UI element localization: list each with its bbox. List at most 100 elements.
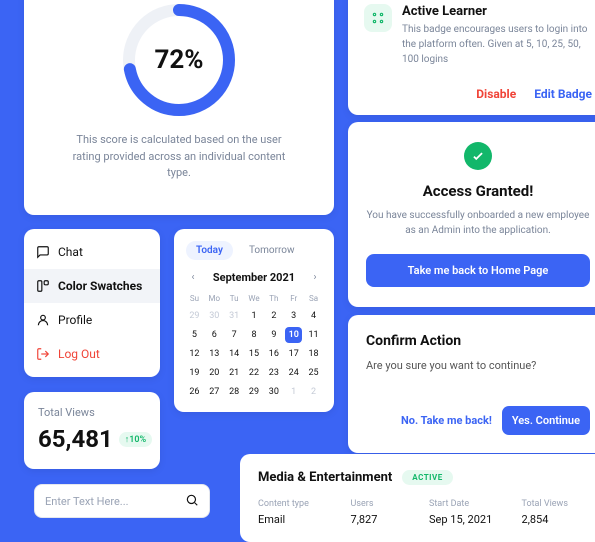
confirm-dialog: Confirm Action Are you sure you want to … xyxy=(348,315,595,453)
stat-label: Total Views xyxy=(38,406,146,419)
badge-icon xyxy=(364,4,392,32)
score-card: 72% This score is calculated based on th… xyxy=(24,0,334,215)
calendar-day[interactable]: 30 xyxy=(265,384,282,400)
table-header: Total Views xyxy=(522,499,592,509)
calendar-day[interactable]: 2 xyxy=(305,384,322,400)
table-header: Users xyxy=(351,499,421,509)
score-ring: 72% xyxy=(119,0,239,120)
calendar-day[interactable]: 29 xyxy=(186,308,203,324)
sidebar-item-color-swatches[interactable]: Color Swatches xyxy=(24,269,160,303)
sidebar-item-label: Chat xyxy=(58,245,83,259)
sidebar-item-profile[interactable]: Profile xyxy=(24,303,160,337)
tab-tomorrow[interactable]: Tomorrow xyxy=(239,241,305,260)
calendar-title: September 2021 xyxy=(213,271,295,284)
calendar-day[interactable]: 29 xyxy=(246,384,263,400)
sidebar-item-logout[interactable]: Log Out xyxy=(24,337,160,371)
home-page-button[interactable]: Take me back to Home Page xyxy=(366,254,590,287)
calendar-day[interactable]: 19 xyxy=(186,365,203,381)
calendar-day[interactable]: 7 xyxy=(226,327,243,343)
table-cell: 2,854 xyxy=(522,513,592,526)
confirm-title: Confirm Action xyxy=(366,333,590,349)
stat-delta-badge: ↑10% xyxy=(119,432,152,447)
badge-description: This badge encourages users to login int… xyxy=(402,22,592,67)
calendar-prev-icon[interactable]: ‹ xyxy=(186,270,200,284)
calendar-day[interactable]: 1 xyxy=(285,384,302,400)
calendar-day[interactable]: 13 xyxy=(206,346,223,362)
calendar-dow: Th xyxy=(265,292,282,305)
check-circle-icon xyxy=(464,142,492,170)
calendar-day[interactable]: 20 xyxy=(206,365,223,381)
sidebar-item-label: Color Swatches xyxy=(58,279,142,293)
calendar-dow: Tu xyxy=(226,292,243,305)
calendar-day[interactable]: 9 xyxy=(265,327,282,343)
score-description: This score is calculated based on the us… xyxy=(44,132,314,182)
table-cell: 7,827 xyxy=(351,513,421,526)
search-input[interactable] xyxy=(45,495,185,508)
calendar-day[interactable]: 31 xyxy=(226,308,243,324)
edit-badge-button[interactable]: Edit Badge xyxy=(534,87,592,101)
calendar-day[interactable]: 30 xyxy=(206,308,223,324)
calendar-day[interactable]: 23 xyxy=(265,365,282,381)
status-badge: ACTIVE xyxy=(402,470,452,485)
calendar-dow: Su xyxy=(186,292,203,305)
calendar-day[interactable]: 26 xyxy=(186,384,203,400)
sidebar-item-label: Profile xyxy=(58,313,92,327)
calendar-day[interactable]: 18 xyxy=(305,346,322,362)
access-granted-card: Access Granted! You have successfully on… xyxy=(348,122,595,307)
table-cell: Sep 15, 2021 xyxy=(429,513,514,526)
calendar-day[interactable]: 2 xyxy=(265,308,282,324)
calendar-dow: We xyxy=(246,292,263,305)
calendar-day[interactable]: 25 xyxy=(305,365,322,381)
calendar-card: Today Tomorrow ‹ September 2021 › SuMoTu… xyxy=(174,229,334,412)
swatches-icon xyxy=(36,279,50,293)
calendar-dow: Sa xyxy=(305,292,322,305)
calendar-dow: Mo xyxy=(206,292,223,305)
confirm-description: Are you sure you want to continue? xyxy=(366,359,590,372)
calendar-day[interactable]: 24 xyxy=(285,365,302,381)
calendar-day[interactable]: 22 xyxy=(246,365,263,381)
chat-icon xyxy=(36,245,50,259)
calendar-day[interactable]: 16 xyxy=(265,346,282,362)
score-percent: 72% xyxy=(119,0,239,120)
calendar-day[interactable]: 28 xyxy=(226,384,243,400)
badge-title: Active Learner xyxy=(402,4,592,19)
table-header: Start Date xyxy=(429,499,514,509)
media-table-card: Media & Entertainment ACTIVE Content typ… xyxy=(240,454,595,542)
confirm-yes-button[interactable]: Yes. Continue xyxy=(502,406,590,435)
calendar-day[interactable]: 15 xyxy=(246,346,263,362)
calendar-day[interactable]: 21 xyxy=(226,365,243,381)
profile-icon xyxy=(36,313,50,327)
calendar-day[interactable]: 10 xyxy=(285,327,302,343)
badge-card: Active Learner This badge encourages use… xyxy=(348,0,595,115)
table-cell: Email xyxy=(258,513,343,526)
sidebar-item-chat[interactable]: Chat xyxy=(24,235,160,269)
calendar-day[interactable]: 14 xyxy=(226,346,243,362)
stat-value: 65,481 xyxy=(38,425,113,453)
calendar-dow: Fr xyxy=(285,292,302,305)
calendar-day[interactable]: 8 xyxy=(246,327,263,343)
logout-icon xyxy=(36,347,50,361)
stat-card: Total Views 65,481 ↑10% xyxy=(24,392,160,469)
access-title: Access Granted! xyxy=(366,182,590,200)
calendar-day[interactable]: 1 xyxy=(246,308,263,324)
table-header: Content type xyxy=(258,499,343,509)
calendar-next-icon[interactable]: › xyxy=(308,270,322,284)
table-title: Media & Entertainment xyxy=(258,470,392,485)
confirm-no-button[interactable]: No. Take me back! xyxy=(401,414,492,427)
search-icon[interactable] xyxy=(185,492,199,511)
sidebar-item-label: Log Out xyxy=(58,347,100,361)
disable-button[interactable]: Disable xyxy=(476,87,516,101)
calendar-day[interactable]: 3 xyxy=(285,308,302,324)
sidebar-nav: Chat Color Swatches Profile Log Out xyxy=(24,229,160,377)
calendar-day[interactable]: 4 xyxy=(305,308,322,324)
calendar-day[interactable]: 12 xyxy=(186,346,203,362)
calendar-day[interactable]: 17 xyxy=(285,346,302,362)
access-description: You have successfully onboarded a new em… xyxy=(366,208,590,238)
calendar-day[interactable]: 27 xyxy=(206,384,223,400)
calendar-day[interactable]: 11 xyxy=(305,327,322,343)
calendar-day[interactable]: 6 xyxy=(206,327,223,343)
search-box[interactable] xyxy=(34,484,210,518)
tab-today[interactable]: Today xyxy=(186,241,233,260)
calendar-grid: SuMoTuWeThFrSa29303112345678910111213141… xyxy=(186,292,322,400)
calendar-day[interactable]: 5 xyxy=(186,327,203,343)
